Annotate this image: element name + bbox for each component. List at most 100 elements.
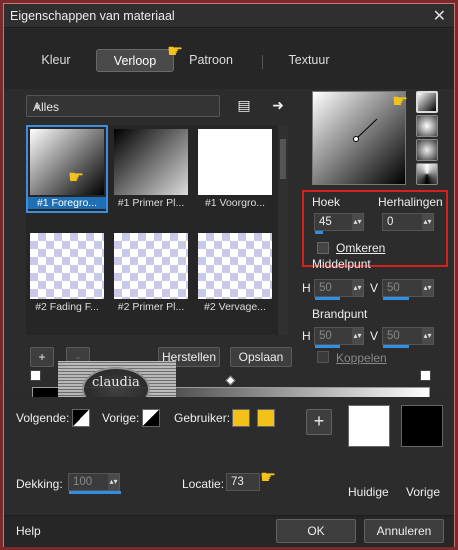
locatie-input[interactable]: 73 [226,473,260,491]
thumb-label: #2 Primer Pl... [117,301,185,313]
gradient-swatch [30,233,104,299]
gradient-thumb-voorgrond[interactable]: #1 Voorgro... [196,127,274,211]
brand-v-value: 50 [387,330,400,342]
pointing-hand-icon: ☛ [68,167,85,187]
brandpunt-h-input[interactable]: 50 ▴▾ [314,327,364,348]
vorige-swatch-label: Vorige [406,485,441,499]
thumb-label: #2 Fading F... [35,301,99,313]
brand-h-slider[interactable] [315,345,340,348]
opacity-midpoint[interactable] [225,375,236,386]
spinner-icon[interactable]: ▴▾ [352,328,363,344]
spinner-icon[interactable]: ▴▾ [422,214,433,230]
close-icon[interactable]: ✕ [433,6,446,26]
library-scrollbar[interactable] [278,125,288,335]
opacity-stop-right[interactable] [420,370,431,381]
tab-patroon[interactable]: Patroon [177,49,245,72]
next-color-swatch[interactable] [72,409,90,427]
thumb-label: #2 Vervage... [204,301,266,313]
pointing-hand-icon: ☛ [392,91,409,111]
mid-h-value: 50 [319,282,332,294]
brand-h-value: 50 [319,330,332,342]
thumb-label: #1 Primer Pl... [117,197,185,209]
linear-style-button[interactable] [416,91,438,113]
gradient-swatch [198,233,272,299]
chevron-down-icon: ▼ [33,102,42,112]
gradient-thumb-primer-1[interactable]: #1 Primer Pl... [112,127,190,211]
window-title: Eigenschappen van materiaal [10,9,175,23]
arrow-right-icon[interactable]: ➜ [268,95,288,115]
middelpunt-h-input[interactable]: 50 ▴▾ [314,279,364,300]
omkeren-label: Omkeren [336,241,386,255]
spinner-icon[interactable]: ▴▾ [352,214,363,230]
library-menu-icon[interactable]: ▤ [234,95,254,115]
spinner-icon[interactable]: ▴▾ [422,280,433,296]
pointing-hand-icon: ☛ [260,467,277,487]
brand-v-slider[interactable] [383,345,409,348]
radial-style-button[interactable] [416,163,438,185]
hoek-label: Hoek [312,195,341,209]
user-color-swatch-2[interactable] [257,409,275,427]
dekking-label: Dekking: [16,477,63,491]
mid-h-slider[interactable] [315,297,340,300]
hoek-input[interactable]: 45 ▴▾ [314,213,364,234]
gradient-thumb-fading[interactable]: #2 Fading F... [28,231,106,315]
gradient-swatch [198,129,272,195]
gradient-thumb-foreground[interactable]: #1 Foregro... ☛ [26,125,108,213]
herhalingen-label: Herhalingen [378,195,443,209]
gradient-thumb-primer-2[interactable]: #2 Primer Pl... [112,231,190,315]
hoek-slider[interactable] [315,231,323,234]
gradient-swatch [114,233,188,299]
herhalingen-input[interactable]: 0 ▴▾ [382,213,434,231]
thumb-label: #1 Foregro... [28,197,106,209]
omkeren-checkbox[interactable] [317,242,329,254]
mid-v-slider[interactable] [383,297,409,300]
cancel-button[interactable]: Annuleren [364,519,444,543]
thumb-label: #1 Voorgro... [204,197,266,209]
spinner-icon[interactable]: ▴▾ [352,280,363,296]
tab-textuur[interactable]: Textuur [274,49,344,72]
tab-divider [262,55,263,69]
mid-v-label: V [370,281,379,295]
volgende-label: Volgende: [16,411,70,425]
middelpunt-v-input[interactable]: 50 ▴▾ [382,279,434,300]
sunburst-style-button[interactable] [416,139,438,161]
mid-h-label: H [302,281,311,295]
ok-button[interactable]: OK [276,519,356,543]
current-color-swatch[interactable] [348,405,390,447]
category-dropdown[interactable]: Alles ▼ [26,95,220,117]
dekking-slider[interactable] [69,491,121,494]
scrollbar-thumb[interactable] [280,139,286,179]
title-bar: Eigenschappen van materiaal ✕ [4,4,454,28]
tab-kleur[interactable]: Kleur [28,49,84,72]
gradient-swatch [114,129,188,195]
opacity-stop-left[interactable] [30,370,41,381]
previous-color-swatch[interactable] [142,409,160,427]
gradient-thumb-vervagen[interactable]: #2 Vervage... [196,231,274,315]
dialog-footer: Help OK Annuleren [4,515,454,547]
tab-verloop[interactable]: Verloop [96,49,174,72]
locatie-label: Locatie: [182,477,225,491]
brand-v-label: V [370,329,379,343]
stop-properties-panel: Volgende: Vorige: Gebruiker: Dekking: 10… [4,397,454,515]
mid-v-value: 50 [387,282,400,294]
gradient-panel: Alles ▼ ▤ ➜ #1 Foregro... ☛ #1 Primer Pl… [4,89,454,391]
dekking-input[interactable]: 100 ▴▾ [68,473,121,494]
spinner-icon[interactable]: ▴▾ [422,328,433,344]
previous-color-large-swatch[interactable] [401,405,443,447]
vorige-label: Vorige: [102,411,140,425]
watermark-text: claudia [92,375,140,390]
help-link[interactable]: Help [16,524,41,538]
brand-h-label: H [302,329,311,343]
huidige-label: Huidige [348,485,389,499]
pointing-hand-icon: ☛ [167,41,184,61]
rectangular-style-button[interactable] [416,115,438,137]
spinner-icon[interactable]: ▴▾ [108,474,119,490]
user-color-swatch[interactable] [232,409,250,427]
middelpunt-label: Middelpunt [312,257,371,271]
locatie-value: 73 [231,476,244,488]
add-color-stop-button[interactable]: + [306,409,332,435]
gradient-swatch [30,129,104,195]
brandpunt-label: Brandpunt [312,307,368,321]
herhalingen-value: 0 [387,216,394,228]
brandpunt-v-input[interactable]: 50 ▴▾ [382,327,434,348]
